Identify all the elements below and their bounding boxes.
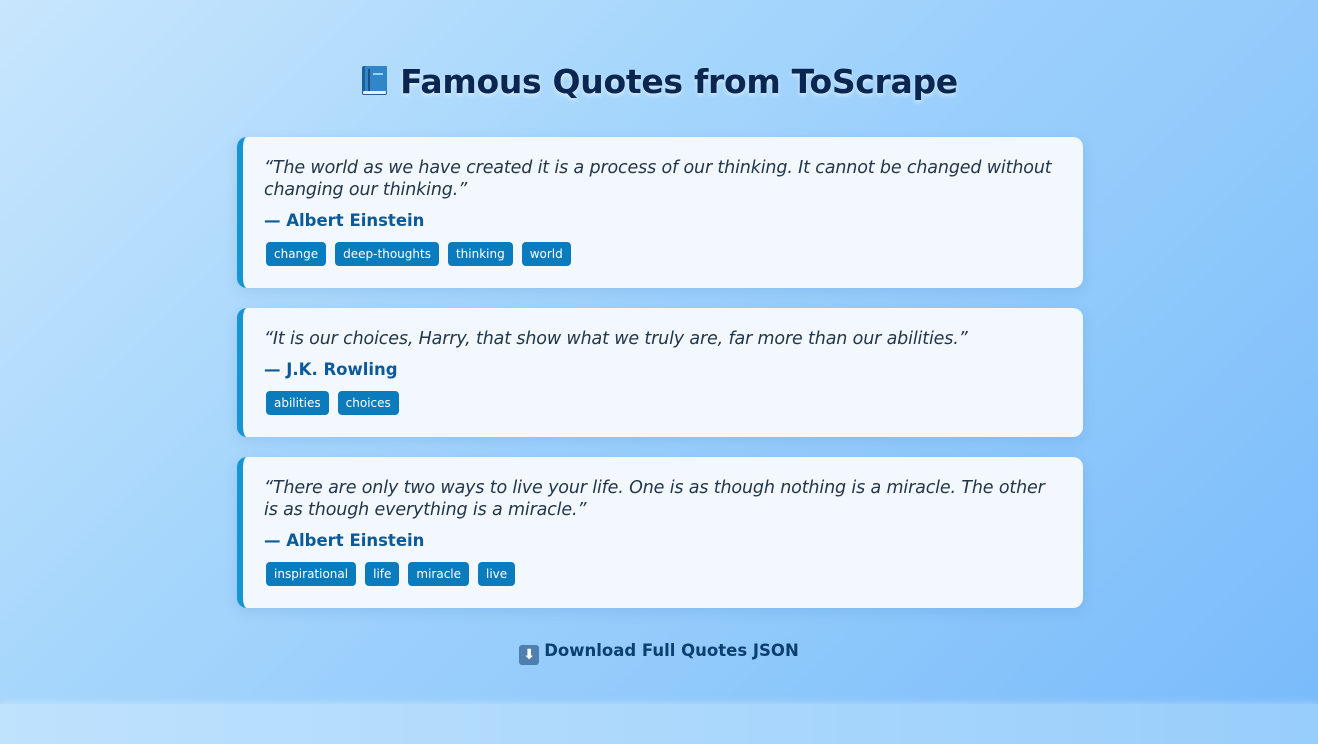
quote-card: “The world as we have created it is a pr… bbox=[237, 137, 1083, 288]
quote-author: — J.K. Rowling bbox=[264, 360, 398, 379]
down-arrow-icon: ⬇ bbox=[519, 645, 540, 665]
tag[interactable]: choices bbox=[337, 391, 399, 415]
tag-list: change deep-thoughts thinking world bbox=[264, 242, 1061, 266]
quote-card: “There are only two ways to live your li… bbox=[237, 457, 1083, 608]
quote-text: “There are only two ways to live your li… bbox=[264, 478, 1045, 520]
download-json-link[interactable]: ⬇ Download Full Quotes JSON bbox=[0, 641, 1318, 665]
tag[interactable]: thinking bbox=[447, 242, 513, 266]
quote-card: “It is our choices, Harry, that show wha… bbox=[237, 308, 1083, 437]
quote-text: “The world as we have created it is a pr… bbox=[264, 158, 1052, 200]
tag-list: inspirational life miracle live bbox=[264, 562, 1061, 586]
page-title-text: Famous Quotes from ToScrape bbox=[400, 62, 958, 101]
tag[interactable]: life bbox=[365, 562, 400, 586]
tag[interactable]: change bbox=[266, 242, 327, 266]
tag[interactable]: world bbox=[521, 242, 571, 266]
tag[interactable]: abilities bbox=[266, 391, 329, 415]
page-title: Famous Quotes from ToScrape bbox=[0, 62, 1318, 101]
book-icon bbox=[362, 66, 388, 95]
tag[interactable]: inspirational bbox=[266, 562, 357, 586]
quote-author: — Albert Einstein bbox=[264, 531, 425, 550]
tag-list: abilities choices bbox=[264, 391, 1061, 415]
tag[interactable]: deep-thoughts bbox=[335, 242, 439, 266]
bottom-bar bbox=[0, 704, 1318, 744]
quote-author: — Albert Einstein bbox=[264, 211, 425, 230]
tag[interactable]: live bbox=[478, 562, 516, 586]
quote-text: “It is our choices, Harry, that show wha… bbox=[264, 329, 968, 349]
download-label: Download Full Quotes JSON bbox=[544, 641, 799, 660]
tag[interactable]: miracle bbox=[408, 562, 470, 586]
